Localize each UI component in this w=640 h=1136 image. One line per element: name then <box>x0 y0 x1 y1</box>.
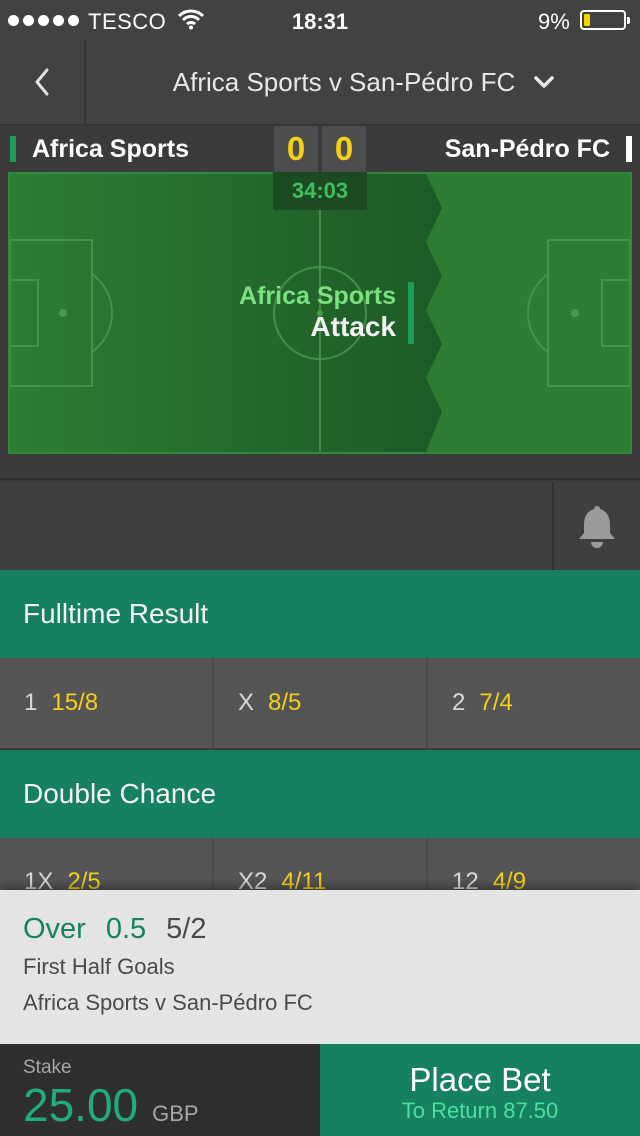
place-bet-button[interactable]: Place Bet To Return 87.50 <box>320 1044 640 1136</box>
scoreboard: Africa Sports San-Pédro FC <box>0 126 640 170</box>
away-score: 0 <box>322 126 366 172</box>
home-team-name: Africa Sports <box>10 136 189 162</box>
away-team-name: San-Pédro FC <box>445 136 632 162</box>
event-title: Africa Sports v San-Pédro FC <box>172 66 516 97</box>
odds-button-home[interactable]: 1 15/8 <box>0 658 214 748</box>
stake-input[interactable]: Stake 25.00 GBP <box>0 1044 320 1136</box>
match-clock: 34:03 <box>273 172 367 210</box>
status-bar: TESCO 18:31 9% <box>0 0 640 40</box>
betslip-market: First Half Goals <box>23 954 175 979</box>
stake-label: Stake <box>23 1057 72 1078</box>
selection-label: 1 <box>24 689 38 716</box>
odds-button-away[interactable]: 2 7/4 <box>428 658 640 748</box>
navigation-bar: Africa Sports v San-Pédro FC <box>0 40 640 126</box>
attacking-team: Africa Sports <box>239 282 396 310</box>
betslip-handicap: 0.5 <box>105 913 147 945</box>
attack-label: Attack <box>310 311 396 342</box>
stake-value: 25.00 <box>23 1079 139 1131</box>
back-button[interactable] <box>0 40 86 124</box>
home-score: 0 <box>274 126 318 172</box>
battery-icon <box>580 10 630 30</box>
market-title: Fulltime Result <box>23 598 209 629</box>
betslip-selection[interactable]: Over 0.5 5/2 First Half Goals Africa Spo… <box>0 890 640 1044</box>
chevron-left-icon <box>35 68 49 96</box>
selection-label: X <box>238 689 255 716</box>
odds-price: 7/4 <box>479 689 513 716</box>
market-header-double-chance[interactable]: Double Chance <box>0 750 640 838</box>
pitch-footer <box>0 456 640 480</box>
betslip-event: Africa Sports v San-Pédro FC <box>23 990 313 1015</box>
market-title: Double Chance <box>23 778 217 809</box>
notifications-button[interactable] <box>552 482 640 570</box>
market-header-fulltime-result[interactable]: Fulltime Result <box>0 570 640 658</box>
bell-icon <box>579 506 615 548</box>
stake-currency: GBP <box>152 1101 199 1126</box>
selection-label: 2 <box>452 689 466 716</box>
chevron-down-icon <box>534 76 554 88</box>
odds-row-fulltime-result: 1 15/8 X 8/5 2 7/4 <box>0 658 640 748</box>
odds-price: 8/5 <box>268 689 302 716</box>
battery-percent: 9% <box>538 9 570 34</box>
attack-indicator: Africa Sports Attack <box>228 282 414 344</box>
betslip-price: 5/2 <box>166 913 207 945</box>
tool-row <box>0 482 640 570</box>
to-return-label: To Return 87.50 <box>401 1098 559 1123</box>
odds-price: 15/8 <box>51 689 99 716</box>
event-selector[interactable]: Africa Sports v San-Pédro FC <box>88 40 640 124</box>
odds-button-draw[interactable]: X 8/5 <box>214 658 428 748</box>
betslip-selection-name: Over <box>23 913 86 945</box>
place-bet-label: Place Bet <box>409 1061 551 1098</box>
